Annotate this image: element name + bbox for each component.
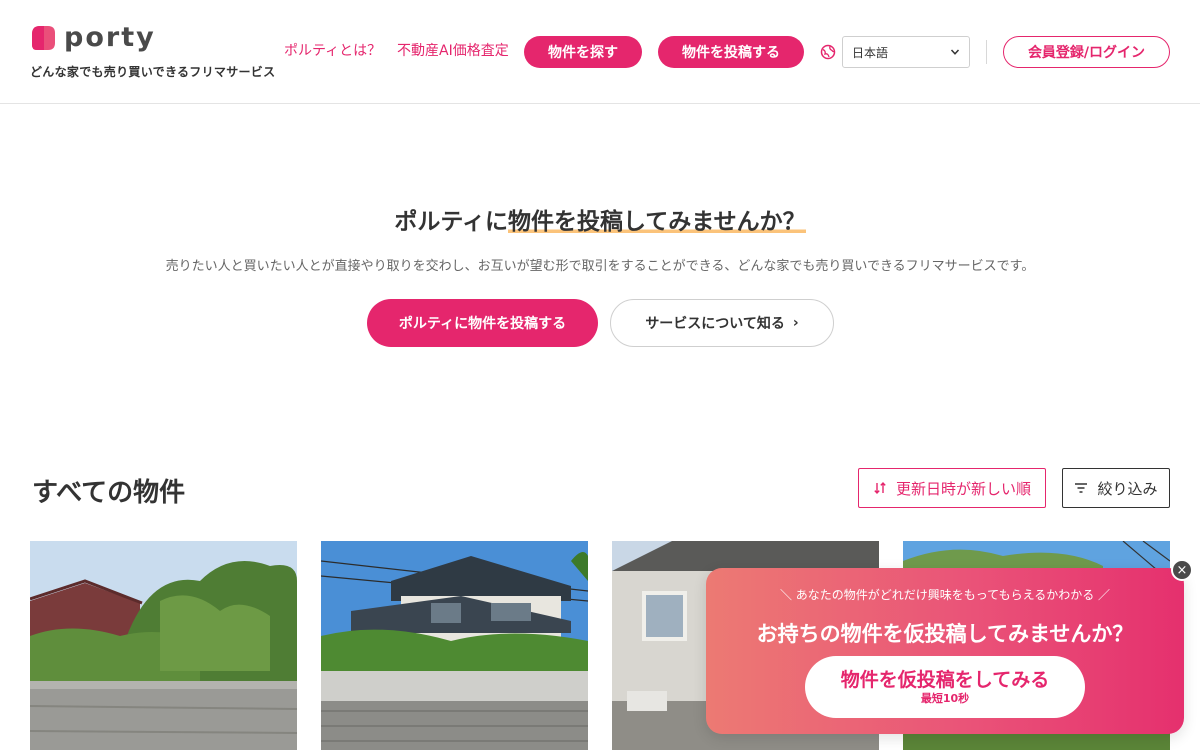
- property-photo: [30, 541, 297, 750]
- porty-logo-icon: [32, 26, 55, 50]
- language-select-value: 日本語: [852, 45, 889, 60]
- hero-title: ポルティに物件を投稿してみませんか？: [0, 202, 1200, 236]
- filter-button[interactable]: 絞り込み: [1062, 468, 1170, 508]
- language-select[interactable]: 日本語: [842, 36, 970, 68]
- search-properties-button[interactable]: 物件を探す: [524, 36, 642, 68]
- promo-title: お持ちの物件を仮投稿してみませんか？: [756, 622, 1134, 646]
- hero-title-highlight-text: 物件を投稿: [508, 209, 623, 235]
- trial-post-button[interactable]: 物件を仮投稿をしてみる 最短10秒: [805, 656, 1085, 718]
- promo-subtitle: ＼ あなたの物件がどれだけ興味をもってもらえるかわかる ／: [706, 586, 1184, 603]
- learn-about-service-label: サービスについて知る: [645, 316, 785, 332]
- promo-subtitle-open: ＼: [779, 588, 796, 602]
- globe-icon: [820, 44, 836, 60]
- site-header: porty どんな家でも売り買いできるフリマサービス ポルティとは？ 不動産AI…: [0, 0, 1200, 104]
- hero-post-property-button[interactable]: ポルティに物件を投稿する: [367, 299, 598, 347]
- promo-subtitle-text: あなたの物件がどれだけ興味をもってもらえるかわかる: [795, 588, 1095, 602]
- trial-post-promo: ＼ あなたの物件がどれだけ興味をもってもらえるかわかる ／ お持ちの物件を仮投稿…: [706, 568, 1184, 734]
- sort-button[interactable]: 更新日時が新しい順: [858, 468, 1046, 508]
- property-photo: [321, 541, 588, 750]
- learn-about-service-button[interactable]: サービスについて知る ›: [610, 299, 834, 347]
- site-tagline: どんな家でも売り買いできるフリマサービス: [30, 65, 276, 79]
- hero-title-highlight: 物件を投稿してみませんか？: [508, 209, 806, 235]
- promo-subtitle-close: ／: [1094, 588, 1111, 602]
- nav-link-ai-valuation[interactable]: 不動産AI価格査定: [397, 42, 509, 60]
- nav-link-about[interactable]: ポルティとは？: [284, 42, 381, 60]
- sort-label: 更新日時が新しい順: [895, 479, 1031, 498]
- all-properties-heading: すべての物件: [32, 478, 186, 508]
- property-card[interactable]: [321, 541, 588, 750]
- close-icon[interactable]: ×: [1171, 559, 1193, 581]
- logo[interactable]: porty: [30, 22, 156, 54]
- post-property-button[interactable]: 物件を投稿する: [658, 36, 804, 68]
- header-divider: [986, 40, 987, 64]
- hero-description: 売りたい人と買いたい人とが直接やり取りを交わし、お互いが望む形で取引をすることが…: [165, 259, 1035, 274]
- trial-post-button-note: 最短10秒: [920, 692, 970, 705]
- filter-lines-icon: [1075, 483, 1088, 493]
- trial-post-button-label: 物件を仮投稿をしてみる: [840, 669, 1050, 691]
- hero-title-before: ポルティに: [394, 209, 508, 235]
- chevron-right-icon: ›: [792, 315, 799, 331]
- signup-login-button[interactable]: 会員登録/ログイン: [1003, 36, 1170, 68]
- sort-arrows-icon: [874, 481, 886, 495]
- hero-title-after: してみませんか？: [623, 209, 806, 235]
- filter-label: 絞り込み: [1097, 479, 1158, 498]
- property-card[interactable]: [30, 541, 297, 750]
- logo-text: porty: [64, 22, 156, 53]
- chevron-down-icon: [950, 49, 960, 55]
